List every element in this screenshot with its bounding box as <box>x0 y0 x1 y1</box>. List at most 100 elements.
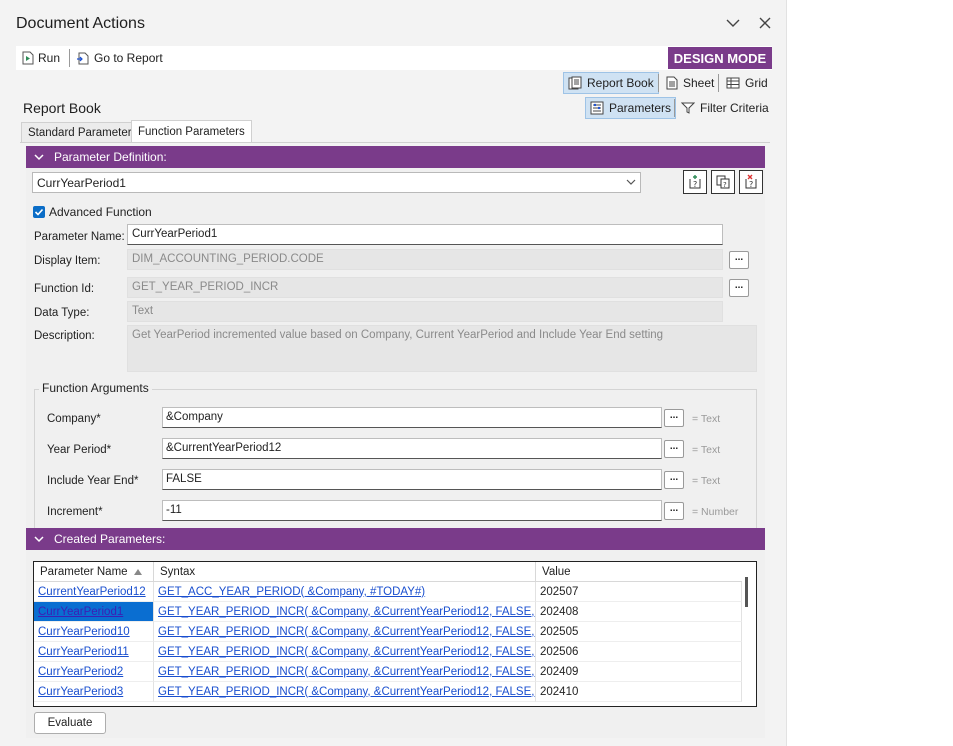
close-icon[interactable] <box>756 14 774 32</box>
parameter-name-label: Parameter Name: <box>34 231 125 243</box>
value-cell: 202507 <box>536 582 742 602</box>
description-field: Get YearPeriod incremented value based o… <box>127 325 757 372</box>
grid-view-button[interactable]: Grid <box>722 72 772 94</box>
argument-label: Increment* <box>47 506 103 518</box>
display-item-browse-button[interactable]: ... <box>729 251 749 269</box>
run-label: Run <box>38 51 61 65</box>
filter-icon <box>681 102 695 114</box>
sheet-view-button[interactable]: Sheet <box>662 72 718 94</box>
filter-criteria-view-label: Filter Criteria <box>700 101 769 115</box>
column-header-label: Syntax <box>160 565 196 578</box>
parameter-name-cell[interactable]: CurrYearPeriod10 <box>34 622 154 642</box>
parameter-name-cell[interactable]: CurrYearPeriod3 <box>34 682 154 702</box>
parameter-select-value: CurrYearPeriod1 <box>37 176 126 190</box>
created-parameters-table: Parameter Name Syntax Value CurrentYearP… <box>33 561 757 707</box>
parameters-view-button[interactable]: Parameters <box>585 97 677 119</box>
advanced-function-label: Advanced Function <box>49 205 152 219</box>
parameter-definition-header[interactable]: Parameter Definition: <box>26 146 765 168</box>
parameter-name-cell[interactable]: CurrentYearPeriod12 <box>34 582 154 602</box>
created-parameters-header[interactable]: Created Parameters: <box>26 528 765 550</box>
design-mode-badge: DESIGN MODE <box>668 47 772 69</box>
function-id-browse-button[interactable]: ... <box>729 279 749 297</box>
svg-text:?: ? <box>723 181 727 189</box>
argument-type: = Text <box>692 413 721 425</box>
syntax-cell[interactable]: GET_YEAR_PERIOD_INCR( &Company, &Current… <box>154 622 536 642</box>
grid-view-label: Grid <box>745 76 768 90</box>
tab-standard-parameters[interactable]: Standard Parameters <box>21 122 145 142</box>
column-header-parameter-name[interactable]: Parameter Name <box>34 562 154 582</box>
advanced-function-checkbox[interactable] <box>33 206 45 218</box>
run-document-icon <box>22 51 34 65</box>
display-item-field: DIM_ACCOUNTING_PERIOD.CODE <box>127 249 723 270</box>
run-button[interactable]: Run <box>22 49 60 67</box>
toolbar: Run Go to Report <box>16 46 772 70</box>
add-parameter-icon: ? <box>689 175 701 189</box>
panel-title: Document Actions <box>16 15 145 32</box>
tab-label: Function Parameters <box>138 126 245 138</box>
value-cell: 202408 <box>536 602 742 622</box>
syntax-cell[interactable]: GET_YEAR_PERIOD_INCR( &Company, &Current… <box>154 642 536 662</box>
description-label: Description: <box>34 330 95 342</box>
argument-company-browse-button[interactable]: ... <box>664 409 684 427</box>
sheet-icon <box>666 76 678 90</box>
syntax-cell[interactable]: GET_YEAR_PERIOD_INCR( &Company, &Current… <box>154 682 536 702</box>
copy-parameter-button[interactable]: ? <box>711 170 735 194</box>
parameters-view-label: Parameters <box>609 101 672 115</box>
value-cell: 202506 <box>536 642 742 662</box>
view-divider <box>718 74 719 92</box>
argument-label: Include Year End* <box>47 475 139 487</box>
value-cell: 202410 <box>536 682 742 702</box>
chevron-down-icon <box>34 536 44 543</box>
view-divider <box>674 99 675 117</box>
parameters-icon <box>590 101 604 115</box>
function-arguments-title: Function Arguments <box>39 381 152 395</box>
go-to-report-icon <box>77 52 89 65</box>
tab-divider <box>20 142 770 143</box>
column-header-label: Value <box>542 565 571 578</box>
column-header-label: Parameter Name <box>40 565 128 578</box>
argument-type: = Number <box>692 506 739 518</box>
display-item-label: Display Item: <box>34 255 101 267</box>
filter-criteria-view-button[interactable]: Filter Criteria <box>677 97 773 119</box>
syntax-cell[interactable]: GET_YEAR_PERIOD_INCR( &Company, &Current… <box>154 662 536 682</box>
argument-year-period-input[interactable]: &CurrentYearPeriod12 <box>162 438 662 459</box>
document-actions-panel: Document Actions Run Go to Report DESIGN… <box>0 0 787 746</box>
copy-parameter-icon: ? <box>716 175 730 189</box>
checkmark-icon <box>34 208 44 216</box>
syntax-cell[interactable]: GET_YEAR_PERIOD_INCR( &Company, &Current… <box>154 602 536 622</box>
parameter-select[interactable]: CurrYearPeriod1 <box>32 172 641 193</box>
grid-icon <box>726 77 740 89</box>
report-book-icon <box>568 76 582 90</box>
delete-parameter-button[interactable]: ? <box>739 170 763 194</box>
value-cell: 202409 <box>536 662 742 682</box>
parameter-name-cell[interactable]: CurrYearPeriod11 <box>34 642 154 662</box>
argument-increment-browse-button[interactable]: ... <box>664 502 684 520</box>
function-id-label: Function Id: <box>34 283 95 295</box>
argument-type: = Text <box>692 475 721 487</box>
tab-function-parameters[interactable]: Function Parameters <box>131 120 252 143</box>
go-to-report-button[interactable]: Go to Report <box>76 49 163 67</box>
parameter-name-input[interactable]: CurrYearPeriod1 <box>127 224 723 245</box>
column-header-syntax[interactable]: Syntax <box>154 562 536 582</box>
parameter-name-cell[interactable]: CurrYearPeriod1 <box>34 602 154 622</box>
argument-label: Year Period* <box>47 444 112 456</box>
argument-year-period-browse-button[interactable]: ... <box>664 440 684 458</box>
svg-text:?: ? <box>693 180 697 189</box>
report-book-view-button[interactable]: Report Book <box>563 72 659 94</box>
value-cell: 202505 <box>536 622 742 642</box>
tab-label: Standard Parameters <box>28 126 138 139</box>
sheet-view-label: Sheet <box>683 76 715 90</box>
argument-include-year-end-browse-button[interactable]: ... <box>664 471 684 489</box>
evaluate-button[interactable]: Evaluate <box>34 712 106 734</box>
table-scrollbar[interactable] <box>745 577 748 607</box>
add-parameter-button[interactable]: ? <box>683 170 707 194</box>
syntax-cell[interactable]: GET_ACC_YEAR_PERIOD( &Company, #TODAY#) <box>154 582 536 602</box>
argument-include-year-end-input[interactable]: FALSE <box>162 469 662 490</box>
chevron-down-icon[interactable] <box>724 14 742 32</box>
section-title: Report Book <box>23 100 101 116</box>
view-divider <box>658 74 659 92</box>
parameter-name-cell[interactable]: CurrYearPeriod2 <box>34 662 154 682</box>
column-header-value[interactable]: Value <box>536 562 742 582</box>
argument-company-input[interactable]: &Company <box>162 407 662 428</box>
argument-increment-input[interactable]: -11 <box>162 500 662 521</box>
